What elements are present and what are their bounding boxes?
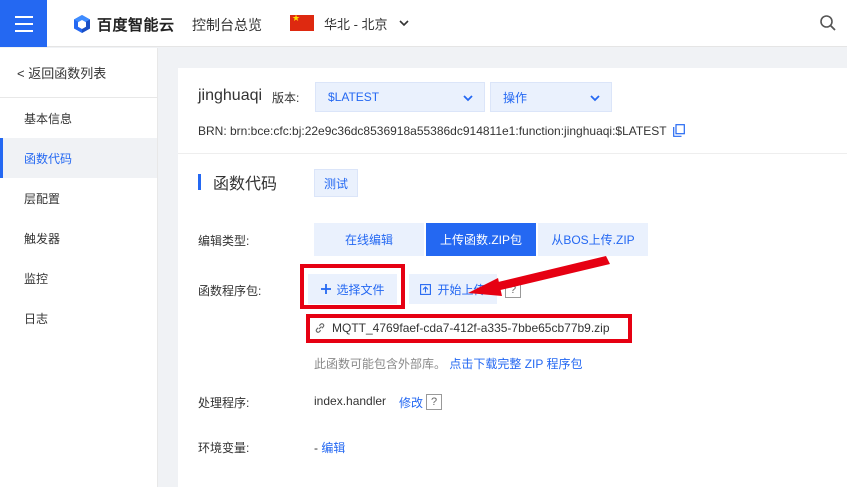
link-icon [315,323,325,333]
file-name: MQTT_4769faef-cda7-412f-a335-7bbe65cb77b… [332,321,610,335]
env-vars-label: 环境变量: [198,441,250,455]
section-accent-bar [198,174,201,190]
env-dash: - [314,441,318,455]
function-header: jinghuaqi 版本: $LATEST 操作 BRN: brn:bce:cf… [178,68,847,154]
sidebar-item-layer-config[interactable]: 层配置 [0,178,157,218]
brn-row: BRN: brn:bce:cfc:bj:22e9c36dc8536918a553… [198,124,685,138]
handler-help-icon[interactable]: ? [426,394,442,410]
upload-icon [420,283,432,295]
china-flag-icon [290,13,314,31]
version-select[interactable]: $LATEST [315,82,485,112]
brand-name: 百度智能云 [97,16,175,34]
back-to-function-list-link[interactable]: < 返回函数列表 [0,48,157,98]
edit-type-online[interactable]: 在线编辑 [314,223,424,256]
section-title: 函数代码 [198,172,278,193]
test-button[interactable]: 测试 [314,169,358,197]
edit-type-bos-zip[interactable]: 从BOS上传.ZIP [538,223,648,256]
plus-icon [321,284,332,294]
choose-file-button[interactable]: 选择文件 [308,274,397,304]
sidebar-item-basic-info[interactable]: 基本信息 [0,98,157,138]
action-select-value: 操作 [503,90,528,105]
search-icon[interactable] [819,14,837,32]
main-panel: jinghuaqi 版本: $LATEST 操作 BRN: brn:bce:cf… [178,68,847,487]
chevron-down-icon [398,20,409,27]
sidebar: < 返回函数列表 基本信息 函数代码 层配置 触发器 监控 日志 [0,48,158,487]
version-label: 版本: [272,91,300,105]
edit-env-link[interactable]: 编辑 [321,441,345,455]
modify-handler-link[interactable]: 修改 [399,394,423,411]
start-upload-label: 开始上传 [437,282,486,297]
edit-type-upload-zip[interactable]: 上传函数.ZIP包 [426,223,536,256]
region-selector[interactable]: 华北 - 北京 [290,13,410,33]
version-select-value: $LATEST [328,90,380,104]
action-select[interactable]: 操作 [490,82,612,112]
logo-mark-icon [74,15,90,33]
package-label: 函数程序包: [198,284,262,298]
copy-icon[interactable] [672,124,685,137]
console-overview-link[interactable]: 控制台总览 [192,15,262,35]
help-icon[interactable]: ? [505,282,521,298]
sidebar-item-monitoring[interactable]: 监控 [0,258,157,298]
sidebar-item-triggers[interactable]: 触发器 [0,218,157,258]
section-title-text: 函数代码 [213,176,278,193]
function-name: jinghuaqi [198,87,263,104]
brn-text: BRN: brn:bce:cfc:bj:22e9c36dc8536918a553… [198,124,667,138]
chevron-down-icon [590,95,600,102]
region-label: 华北 - 北京 [324,16,388,32]
handler-value: index.handler [314,394,387,408]
choose-file-label: 选择文件 [336,282,385,297]
selected-file: MQTT_4769faef-cda7-412f-a335-7bbe65cb77b… [314,320,610,336]
env-vars-value: - 编辑 [314,439,345,456]
menu-icon[interactable] [0,0,47,47]
sidebar-item-logs[interactable]: 日志 [0,298,157,338]
handler-label: 处理程序: [198,396,250,410]
baidu-cloud-logo[interactable]: 百度智能云 [72,12,175,36]
download-note: 此函数可能包含外部库。 点击下载完整 ZIP 程序包 [314,355,582,372]
sidebar-item-function-code[interactable]: 函数代码 [0,138,157,178]
download-zip-link[interactable]: 点击下载完整 ZIP 程序包 [449,357,582,371]
top-navigation-bar: 百度智能云 控制台总览 华北 - 北京 [0,0,847,47]
edit-type-label: 编辑类型: [198,234,250,248]
chevron-down-icon [463,95,473,102]
start-upload-button[interactable]: 开始上传 [409,274,497,304]
note-text: 此函数可能包含外部库。 [314,357,447,371]
